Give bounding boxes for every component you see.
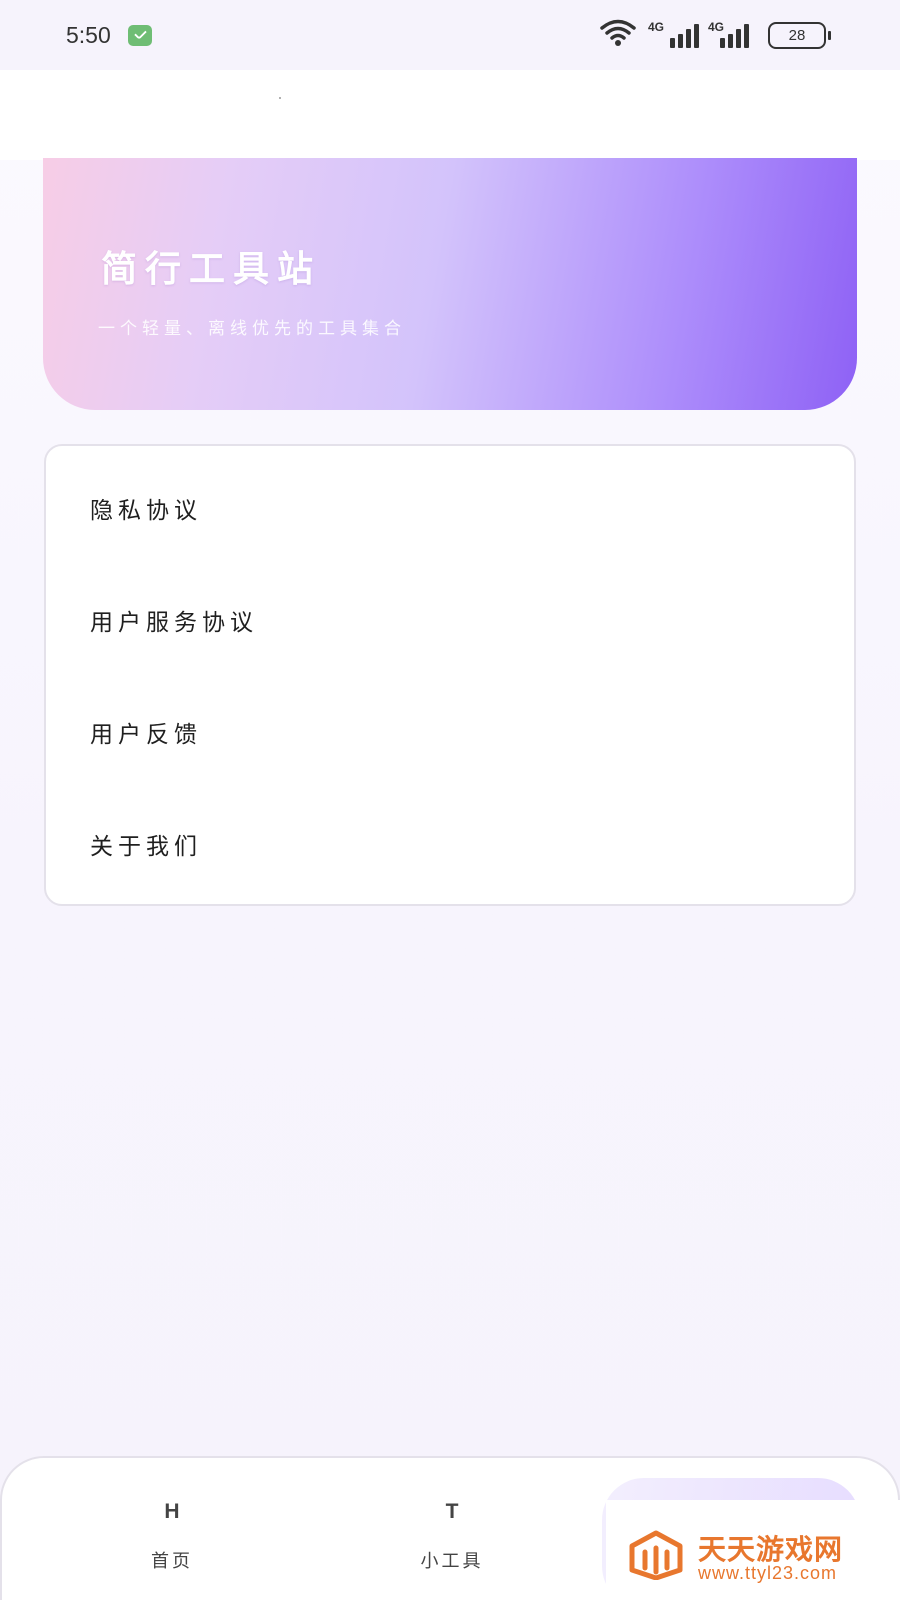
tab-label: 小工具 <box>420 1551 484 1572</box>
signal-bar <box>736 29 741 48</box>
menu-item-label: 用户服务协议 <box>90 610 258 636</box>
menu-item-label: 隐私协议 <box>90 498 202 524</box>
tab-label: 首页 <box>151 1551 193 1572</box>
menu-item-privacy-policy[interactable]: 隐私协议 <box>46 452 854 564</box>
menu-item-label: 关于我们 <box>90 834 202 860</box>
signal-bar <box>686 29 691 48</box>
watermark-logo-icon <box>629 1530 683 1580</box>
menu-item-user-agreement[interactable]: 用户服务协议 <box>46 564 854 676</box>
hero-banner: 简行工具站 一个轻量、离线优先的工具集合 <box>43 158 857 410</box>
header-area <box>0 70 900 160</box>
message-notification-icon <box>128 25 152 46</box>
tab-home[interactable]: H 首页 <box>42 1458 302 1600</box>
watermark-name: 天天游戏网 <box>698 1533 844 1566</box>
app-subtitle: 一个轻量、离线优先的工具集合 <box>98 319 406 339</box>
menu-item-about-us[interactable]: 关于我们 <box>46 788 854 900</box>
signal-bar <box>694 24 699 48</box>
signal-bar <box>728 34 733 48</box>
cellular-signal-icon-1: 4G <box>648 20 704 50</box>
app-title: 简行工具站 <box>101 249 322 290</box>
cellular-signal-icon-2: 4G <box>708 20 764 50</box>
decorative-dot <box>279 97 281 99</box>
network-type-label: 4G <box>648 20 665 34</box>
signal-bar <box>744 24 749 48</box>
wifi-icon <box>600 19 636 46</box>
battery-level: 28 <box>788 27 806 44</box>
menu-item-feedback[interactable]: 用户反馈 <box>46 676 854 788</box>
menu-item-label: 用户反馈 <box>90 722 202 748</box>
signal-bar <box>678 34 683 48</box>
signal-bar <box>720 38 725 48</box>
status-time: 5:50 <box>66 22 111 48</box>
tab-tools[interactable]: T 小工具 <box>322 1458 582 1600</box>
tools-icon: T <box>445 1500 459 1523</box>
status-bar: 5:50 4G 4G 28 <box>0 0 900 70</box>
watermark-url: www.ttyl23.com <box>698 1563 838 1583</box>
watermark: 天天游戏网 www.ttyl23.com <box>606 1500 900 1600</box>
settings-menu-card: 隐私协议 用户服务协议 用户反馈 关于我们 <box>44 444 856 906</box>
home-icon: H <box>164 1500 180 1523</box>
signal-bar <box>670 38 675 48</box>
battery-icon: 28 <box>768 22 831 49</box>
network-type-label: 4G <box>708 20 725 34</box>
